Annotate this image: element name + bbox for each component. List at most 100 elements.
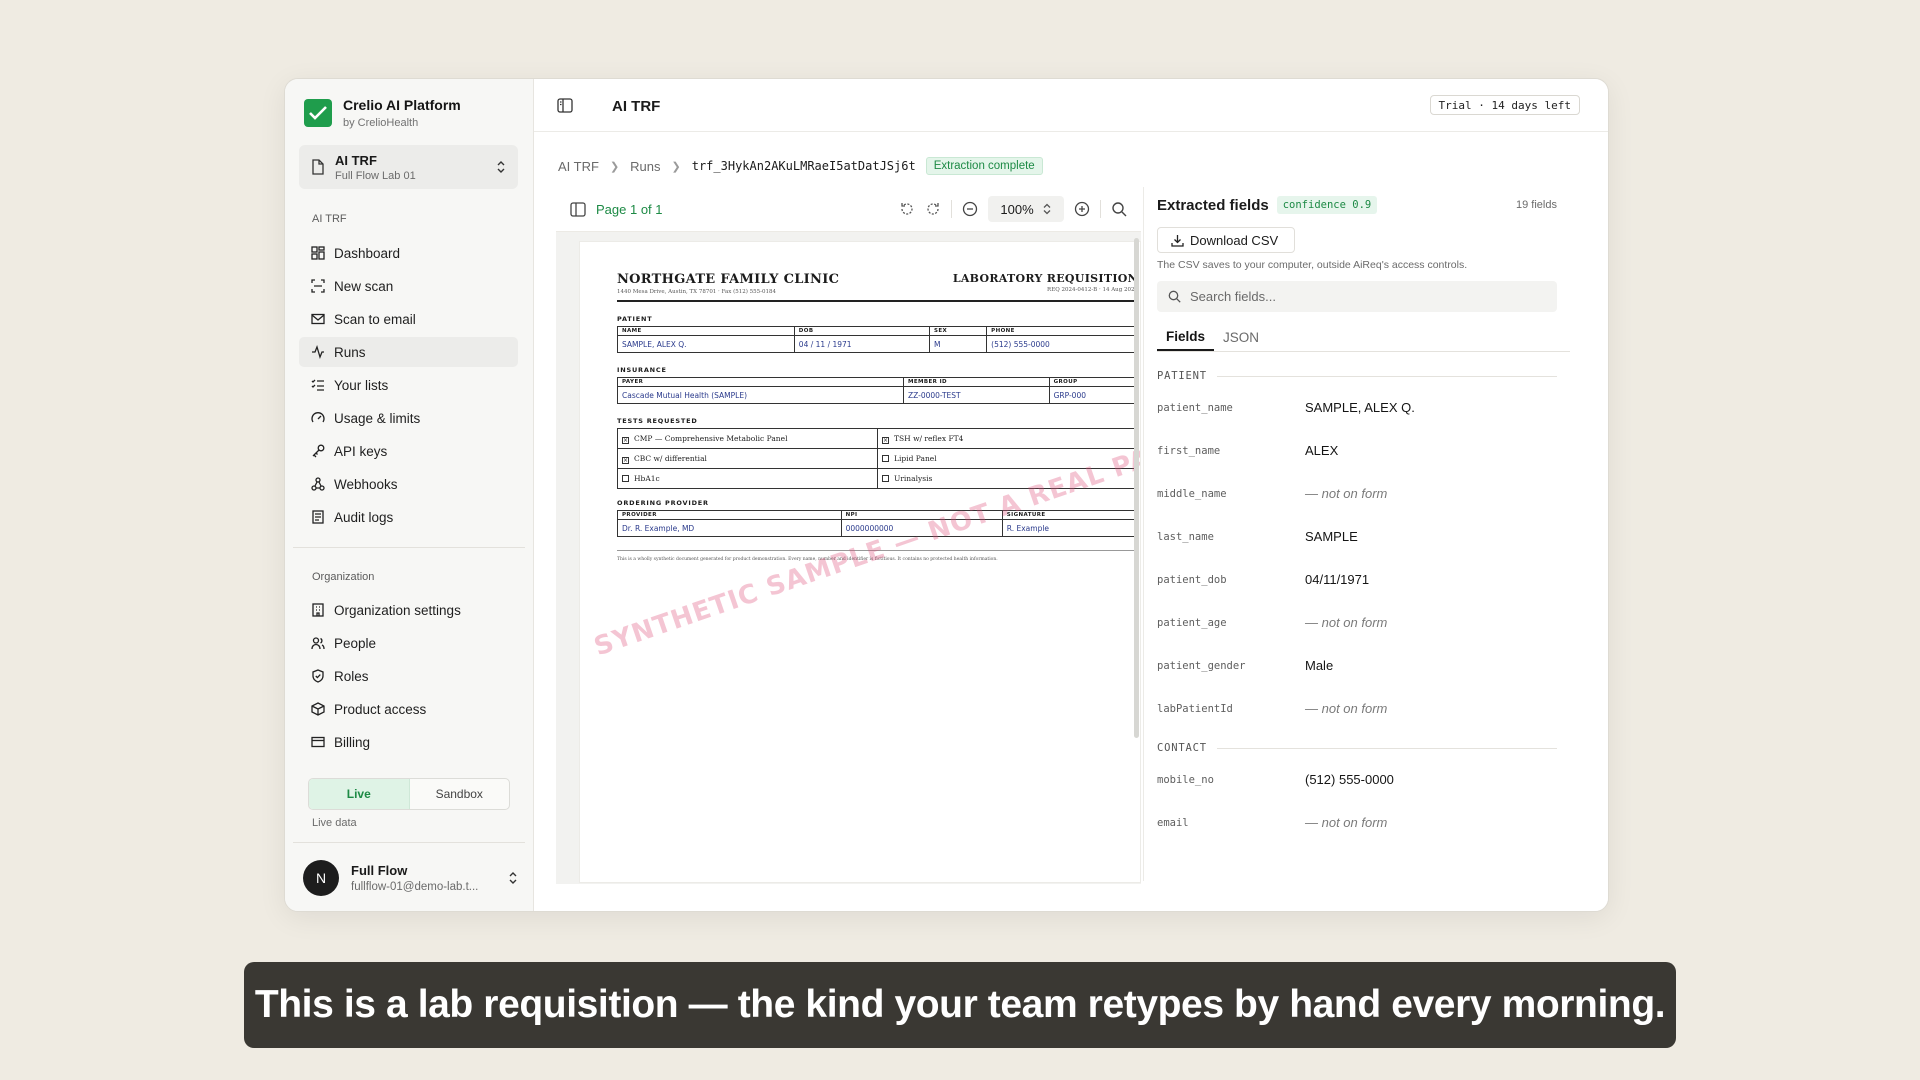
zoom-out-icon[interactable] bbox=[962, 201, 978, 217]
sidebar-item-roles[interactable]: Roles bbox=[299, 661, 518, 691]
field-row[interactable]: first_name ALEX bbox=[1157, 429, 1557, 472]
env-live-button[interactable]: Live bbox=[309, 779, 410, 809]
extracted-fields-panel: Extracted fields confidence 0.9 19 field… bbox=[1157, 193, 1570, 844]
field-row[interactable]: mobile_no (512) 555-0000 bbox=[1157, 758, 1557, 801]
field-row[interactable]: patient_age — not on form bbox=[1157, 601, 1557, 644]
field-value-missing: — not on form bbox=[1305, 815, 1388, 830]
field-row[interactable]: patient_gender Male bbox=[1157, 644, 1557, 687]
field-row[interactable]: middle_name — not on form bbox=[1157, 472, 1557, 515]
field-row[interactable]: patient_dob 04/11/1971 bbox=[1157, 558, 1557, 601]
breadcrumb-run-id: trf_3HykAn2AKuLMRaeI5atDatJSj6t bbox=[691, 159, 916, 173]
field-value: 04/11/1971 bbox=[1305, 572, 1370, 587]
search-input[interactable] bbox=[1190, 289, 1520, 304]
env-sandbox-button[interactable]: Sandbox bbox=[410, 779, 510, 809]
package-icon bbox=[311, 702, 325, 716]
download-icon bbox=[1171, 234, 1184, 247]
user-menu[interactable]: N Full Flow fullflow-01@demo-lab.t... bbox=[303, 856, 518, 900]
main-panel: AI TRF Trial · 14 days left AI TRF ❯ Run… bbox=[533, 79, 1608, 911]
confidence-badge: confidence 0.9 bbox=[1276, 196, 1378, 214]
sidebar: Crelio AI Platform by CrelioHealth AI TR… bbox=[285, 79, 533, 911]
sidebar-item-label: Dashboard bbox=[334, 245, 401, 261]
group-label: CONTACT bbox=[1157, 742, 1207, 754]
sidebar-item-organization-settings[interactable]: Organization settings bbox=[299, 595, 518, 625]
requisition-form: NORTHGATE FAMILY CLINIC 1440 Mesa Drive,… bbox=[617, 272, 1139, 562]
sidebar-toggle-icon[interactable] bbox=[557, 98, 573, 113]
rotate-left-icon[interactable] bbox=[899, 201, 915, 217]
sidebar-item-people[interactable]: People bbox=[299, 628, 518, 658]
pane-divider[interactable] bbox=[1143, 187, 1144, 881]
view-tabs: Fields JSON bbox=[1157, 324, 1570, 352]
breadcrumb-root[interactable]: AI TRF bbox=[558, 159, 599, 174]
trial-badge: Trial · 14 days left bbox=[1429, 95, 1580, 115]
table-header: NAME bbox=[617, 326, 795, 336]
tests-section-label: TESTS REQUESTED bbox=[617, 417, 698, 425]
field-search bbox=[1157, 281, 1557, 312]
download-csv-button[interactable]: Download CSV bbox=[1157, 227, 1295, 253]
dashboard-icon bbox=[311, 246, 325, 260]
caption-text: This is a lab requisition — the kind you… bbox=[254, 983, 1666, 1026]
zoom-value: 100% bbox=[1000, 201, 1034, 217]
document-viewer[interactable]: NORTHGATE FAMILY CLINIC 1440 Mesa Drive,… bbox=[556, 231, 1141, 884]
test-item: × CMP — Comprehensive Metabolic Panel bbox=[617, 428, 878, 449]
zoom-select[interactable]: 100% bbox=[988, 196, 1064, 222]
zoom-in-icon[interactable] bbox=[1074, 201, 1090, 217]
requisition-id: REQ 2024-0412-B · 14 Aug 2026 bbox=[1047, 287, 1138, 293]
viewer-toolbar: Page 1 of 1 100% bbox=[556, 194, 1131, 224]
field-row[interactable]: email — not on form bbox=[1157, 801, 1557, 844]
table-cell: GRP-000 bbox=[1048, 386, 1139, 404]
org-section-label: Organization bbox=[312, 571, 375, 583]
sidebar-item-product-access[interactable]: Product access bbox=[299, 694, 518, 724]
tab-fields[interactable]: Fields bbox=[1157, 324, 1215, 351]
document-icon bbox=[312, 159, 324, 175]
field-key: mobile_no bbox=[1157, 773, 1214, 786]
status-badge: Extraction complete bbox=[925, 157, 1043, 175]
table-cell: 04 / 11 / 1971 bbox=[793, 335, 930, 353]
sidebar-item-usage-limits[interactable]: Usage & limits bbox=[299, 403, 518, 433]
form-title: LABORATORY REQUISITION bbox=[952, 272, 1138, 285]
sidebar-item-label: Webhooks bbox=[334, 476, 398, 492]
env-caption: Live data bbox=[312, 817, 357, 829]
sidebar-item-dashboard[interactable]: Dashboard bbox=[299, 238, 518, 268]
checkbox-empty-icon bbox=[882, 455, 889, 462]
product-switcher[interactable]: AI TRF Full Flow Lab 01 bbox=[299, 145, 518, 189]
sidebar-item-billing[interactable]: Billing bbox=[299, 727, 518, 757]
table-cell: (512) 555-0000 bbox=[986, 335, 1138, 353]
checkbox-checked-icon: × bbox=[882, 437, 889, 444]
field-row[interactable]: labPatientId — not on form bbox=[1157, 687, 1557, 730]
breadcrumb-runs[interactable]: Runs bbox=[630, 159, 660, 174]
building-icon bbox=[312, 603, 324, 617]
sidebar-item-your-lists[interactable]: Your lists bbox=[299, 370, 518, 400]
field-key: first_name bbox=[1157, 444, 1221, 457]
sidebar-divider bbox=[293, 547, 525, 548]
chevron-right-icon: ❯ bbox=[609, 160, 620, 173]
product-name: AI TRF bbox=[335, 152, 377, 168]
clinic-address: 1440 Mesa Drive, Austin, TX 78701 · Fax … bbox=[617, 289, 777, 295]
thumbnails-icon[interactable] bbox=[570, 201, 586, 217]
document-scrollbar[interactable] bbox=[1134, 238, 1139, 738]
test-item: × TSH w/ reflex FT4 bbox=[877, 428, 1138, 449]
search-icon[interactable] bbox=[1111, 201, 1127, 217]
table-header: PAYER bbox=[617, 377, 904, 387]
insurance-section-label: INSURANCE bbox=[617, 366, 667, 374]
insurance-table: PAYER MEMBER ID GROUP Cascade Mutual Hea… bbox=[617, 377, 1139, 404]
chevron-right-icon: ❯ bbox=[671, 160, 681, 173]
sidebar-item-audit-logs[interactable]: Audit logs bbox=[299, 502, 518, 532]
table-cell: SAMPLE, ALEX Q. bbox=[617, 335, 795, 353]
field-row[interactable]: last_name SAMPLE bbox=[1157, 515, 1557, 558]
checkbox-empty-icon bbox=[882, 475, 889, 482]
sidebar-item-new-scan[interactable]: New scan bbox=[299, 271, 518, 301]
sidebar-item-scan-to-email[interactable]: Scan to email bbox=[299, 304, 518, 334]
breadcrumb: AI TRF ❯ Runs ❯ trf_3HykAn2AKuLMRaeI5atD… bbox=[558, 157, 1043, 175]
field-value-missing: — not on form bbox=[1305, 486, 1388, 501]
rotate-right-icon[interactable] bbox=[925, 201, 941, 217]
brand-logo-icon bbox=[304, 99, 332, 127]
sidebar-item-api-keys[interactable]: API keys bbox=[299, 436, 518, 466]
brand[interactable]: Crelio AI Platform by CrelioHealth bbox=[304, 97, 461, 129]
field-value: ALEX bbox=[1305, 443, 1339, 458]
table-header: PROVIDER bbox=[617, 510, 842, 520]
sidebar-item-runs[interactable]: Runs bbox=[299, 337, 518, 367]
group-label: PATIENT bbox=[1157, 370, 1207, 382]
field-row[interactable]: patient_name SAMPLE, ALEX Q. bbox=[1157, 386, 1557, 429]
sidebar-item-webhooks[interactable]: Webhooks bbox=[299, 469, 518, 499]
tab-json[interactable]: JSON bbox=[1214, 324, 1268, 351]
